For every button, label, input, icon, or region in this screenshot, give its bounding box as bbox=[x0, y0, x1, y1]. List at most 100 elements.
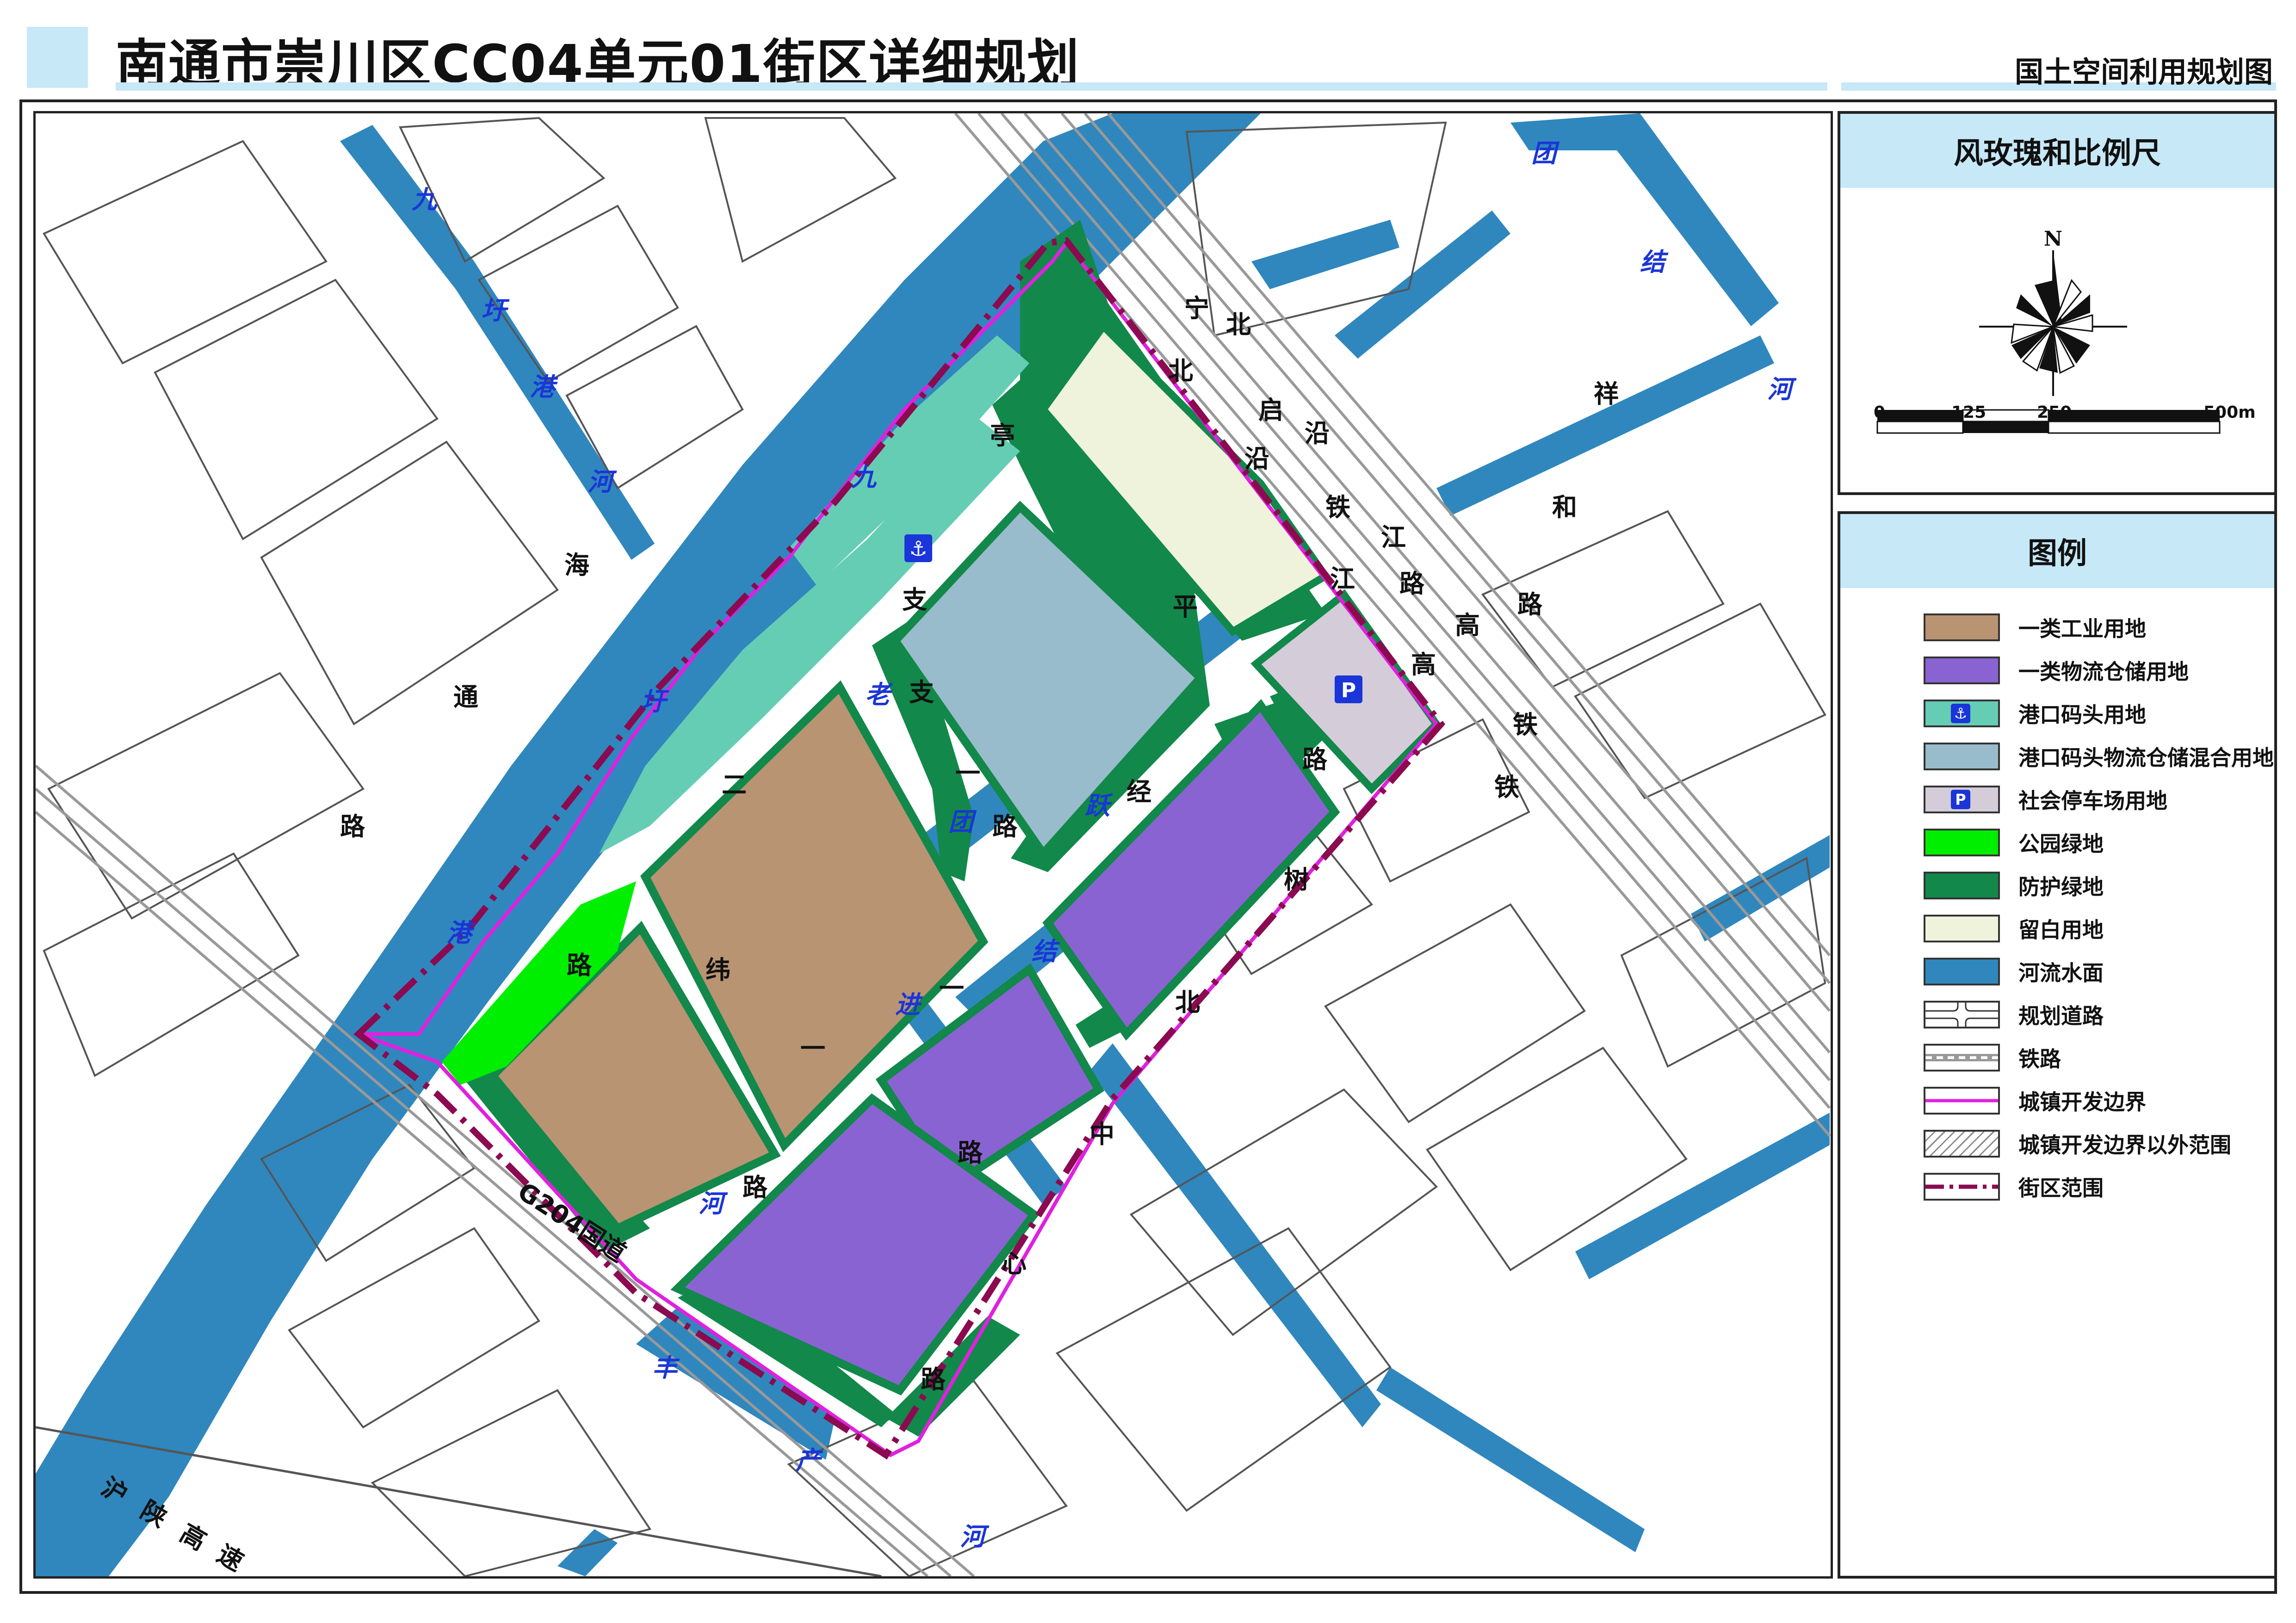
swatch-port-mixed bbox=[1924, 743, 2000, 770]
legend-item: ⚓ 港口码头用地 bbox=[1924, 700, 2146, 727]
label-xin: 心 bbox=[1002, 1249, 1027, 1278]
swatch-outside-boundary bbox=[1924, 1130, 2000, 1158]
anchor-icon: ⚓ bbox=[904, 534, 932, 562]
compass-panel-title: 风玫瑰和比例尺 bbox=[1840, 114, 2274, 188]
label-lu-gao: 路 bbox=[1399, 569, 1425, 598]
legend-item: P 社会停车场用地 bbox=[1924, 786, 2167, 813]
label-qi: 启 bbox=[1258, 396, 1283, 425]
label-jiuyu-main-3: 港 bbox=[446, 918, 475, 948]
anchor-icon: ⚓ bbox=[1951, 704, 1970, 723]
label-tuanjie-2: 结 bbox=[1640, 248, 1669, 277]
label-haitong-2: 通 bbox=[453, 682, 478, 712]
label-ping: 平 bbox=[1173, 592, 1198, 621]
label-jiuyu-1: 九 bbox=[412, 185, 438, 214]
label-tuanjie-1: 团 bbox=[1531, 139, 1560, 168]
legend-label: 城镇开发边界 bbox=[2018, 1090, 2146, 1115]
label-jiuyu-2: 圩 bbox=[481, 296, 510, 325]
label-jin: 进 bbox=[895, 990, 923, 1019]
label-ting: 亭 bbox=[990, 421, 1015, 450]
label-erzhi-2: 路 bbox=[567, 951, 592, 980]
label-he-xiang: 和 bbox=[1552, 493, 1577, 522]
legend-item: 城镇开发边界以外范围 bbox=[1924, 1130, 2231, 1158]
legend-label: 城镇开发边界以外范围 bbox=[2018, 1133, 2231, 1158]
swatch-development-boundary bbox=[1924, 1087, 2000, 1115]
parking-icon: P bbox=[1335, 675, 1362, 703]
label-lu-xiang: 路 bbox=[1517, 590, 1543, 619]
label-feng: 丰 bbox=[652, 1353, 680, 1382]
label-chan: 产 bbox=[796, 1446, 823, 1475]
legend-item: 城镇开发边界 bbox=[1924, 1087, 2146, 1115]
label-wei: 纬 bbox=[706, 955, 730, 985]
label-haitong-3: 路 bbox=[340, 812, 365, 841]
label-zhong: 中 bbox=[1089, 1120, 1114, 1149]
legend-label: 铁路 bbox=[2018, 1047, 2061, 1072]
label-gao-1: 高 bbox=[1455, 611, 1480, 640]
label-tuan: 团 bbox=[948, 807, 977, 836]
legend-item: 防护绿地 bbox=[1924, 872, 2104, 899]
scale-label-0: 0 bbox=[1874, 403, 1886, 422]
label-jiuyu-3: 港 bbox=[530, 372, 558, 402]
legend-label: 街区范围 bbox=[2018, 1176, 2104, 1201]
label-erzhi-1: 二 bbox=[722, 770, 747, 799]
label-bei-2: 北 bbox=[1168, 356, 1193, 385]
legend-label: 一类工业用地 bbox=[2018, 616, 2146, 641]
swatch-road bbox=[1924, 1001, 2000, 1028]
legend-label: 一类物流仓储用地 bbox=[2018, 659, 2189, 684]
label-lao: 老 bbox=[865, 680, 893, 709]
label-tie-1: 铁 bbox=[1325, 493, 1350, 522]
label-jing: 经 bbox=[1126, 777, 1151, 806]
label-ping-lu: 路 bbox=[1302, 745, 1328, 774]
legend-label: 留白用地 bbox=[2018, 917, 2104, 942]
svg-text:P: P bbox=[1341, 679, 1356, 702]
scale-label-500: 500m bbox=[2203, 403, 2256, 422]
label-tie-3: 铁 bbox=[1494, 773, 1519, 802]
legend-label: 公园绿地 bbox=[2018, 831, 2104, 856]
swatch-protective-green bbox=[1924, 872, 2000, 899]
legend-title: 图例 bbox=[1840, 514, 2274, 588]
map-type-label: 国土空间利用规划图 bbox=[2014, 55, 2273, 89]
legend-label: 规划道路 bbox=[2018, 1004, 2104, 1028]
title-underline bbox=[116, 82, 1827, 91]
scale-label-250: 250 bbox=[2037, 403, 2072, 422]
label-jie: 结 bbox=[1032, 937, 1060, 966]
label-shu: 树 bbox=[1284, 865, 1309, 894]
legend-label: 防护绿地 bbox=[2018, 874, 2104, 899]
legend-label: 社会停车场用地 bbox=[2018, 788, 2167, 813]
label-wei-lu: 路 bbox=[958, 1138, 983, 1167]
land-use-map: ⚓ P 九 圩 港 河 九 圩 港 海 通 路 二 路 亭 支 支 一 路 老 … bbox=[33, 111, 1833, 1579]
label-xiang: 祥 bbox=[1594, 379, 1619, 409]
legend-item: 一类工业用地 bbox=[1924, 613, 2146, 641]
swatch-railway bbox=[1924, 1044, 2000, 1072]
swatch-park bbox=[1924, 829, 2000, 856]
legend-label: 港口码头用地 bbox=[2018, 702, 2146, 727]
north-label: N bbox=[2044, 227, 2062, 251]
svg-text:⚓: ⚓ bbox=[909, 537, 927, 561]
label-jiuyu-main-2: 圩 bbox=[641, 687, 669, 716]
legend-item: 铁路 bbox=[1924, 1044, 2061, 1072]
swatch-port: ⚓ bbox=[1924, 700, 2000, 727]
label-jiang: 江 bbox=[1381, 523, 1406, 552]
swatch-river bbox=[1924, 958, 2000, 985]
legend-item: 公园绿地 bbox=[1924, 829, 2104, 856]
legend-item: 河流水面 bbox=[1924, 958, 2104, 985]
label-gao-2: 高 bbox=[1411, 650, 1436, 679]
label-bei-shu: 北 bbox=[1175, 988, 1200, 1017]
compass-scale-panel: 风玫瑰和比例尺 N 0 125 250 500m bbox=[1838, 111, 2277, 495]
header-swatch bbox=[27, 27, 88, 88]
label-jiuyu-main-1: 九 bbox=[851, 463, 877, 492]
legend-label: 河流水面 bbox=[2018, 960, 2104, 985]
swatch-reserved bbox=[1924, 915, 2000, 942]
label-yan-1: 沿 bbox=[1305, 419, 1330, 448]
label-ning: 宁 bbox=[1184, 294, 1209, 323]
label-lu-shu: 路 bbox=[921, 1365, 946, 1394]
label-tie-2: 铁 bbox=[1513, 710, 1538, 739]
legend-item: 一类物流仓储用地 bbox=[1924, 657, 2189, 684]
legend-item: 留白用地 bbox=[1924, 915, 2104, 942]
label-zhi-yi: 一 bbox=[955, 759, 980, 788]
label-bei-1: 北 bbox=[1226, 310, 1251, 339]
label-jiang-2: 江 bbox=[1330, 564, 1355, 594]
label-zhi-2: 支 bbox=[909, 678, 934, 707]
label-wei-yi: 一 bbox=[800, 1034, 825, 1063]
swatch-industrial bbox=[1924, 613, 2000, 641]
legend-panel: 图例 一类工业用地 一类物流仓储用地 ⚓ 港口码头用地 港口码头物流仓储混合用地… bbox=[1838, 511, 2277, 1579]
